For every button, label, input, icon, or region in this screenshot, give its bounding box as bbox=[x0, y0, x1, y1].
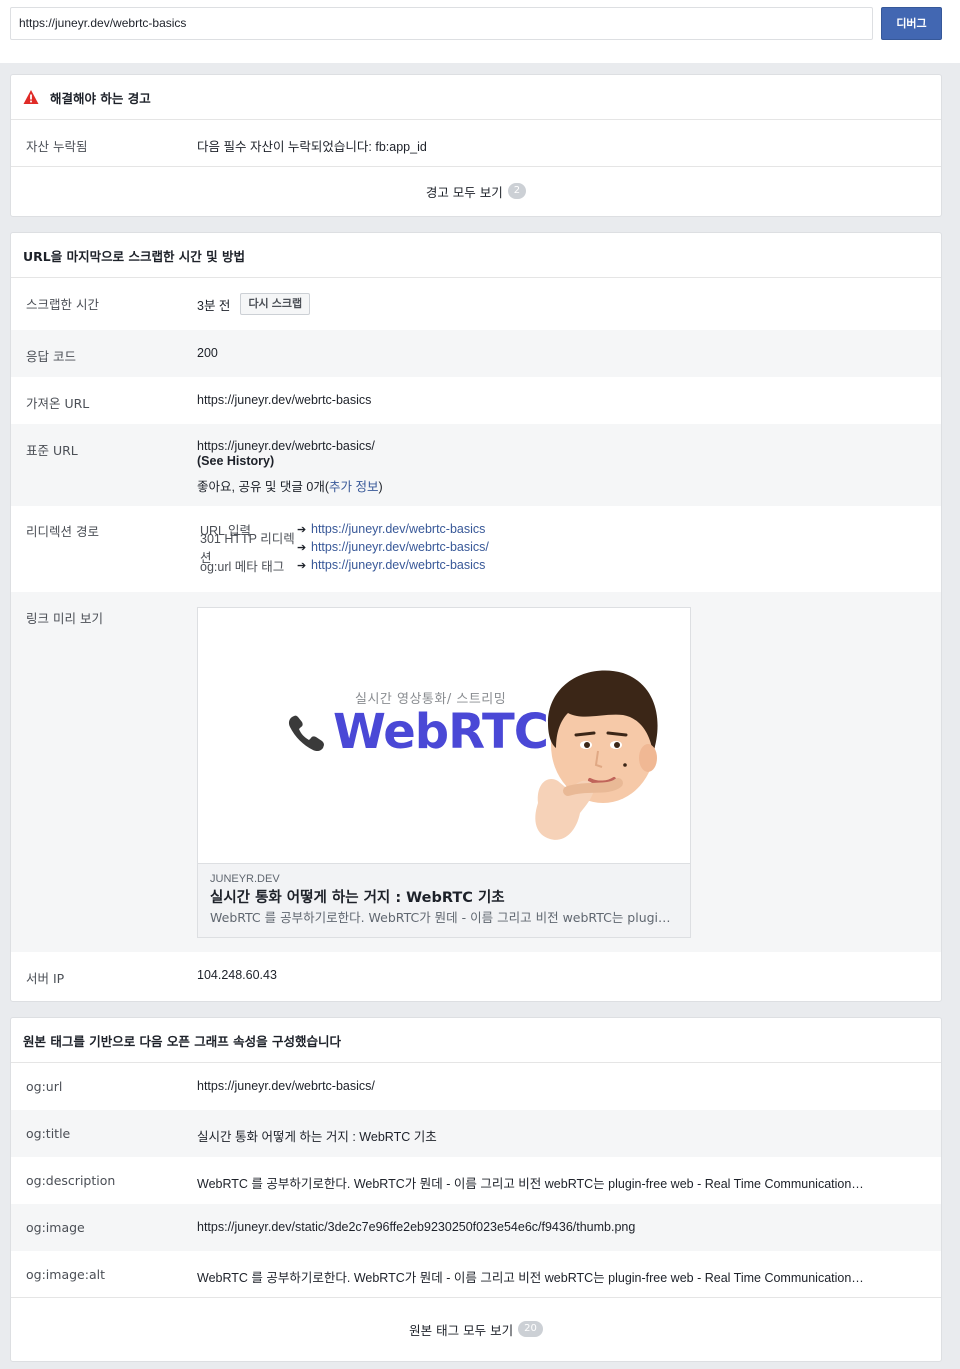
og-header: 원본 태그를 기반으로 다음 오픈 그래프 속성을 구성했습니다 bbox=[11, 1018, 941, 1063]
response-code-value: 200 bbox=[197, 346, 218, 360]
url-bar: https://juneyr.dev/webrtc-basics 디버그 bbox=[0, 0, 960, 63]
redirect-table: URL 입력 ➔ https://juneyr.dev/webrtc-basic… bbox=[200, 520, 489, 574]
see-history-link[interactable]: (See History) bbox=[197, 454, 274, 468]
warning-value: 다음 필수 자산이 누락되었습니다: fb:app_id bbox=[197, 140, 427, 154]
og-title: 원본 태그를 기반으로 다음 오픈 그래프 속성을 구성했습니다 bbox=[23, 1033, 341, 1049]
response-code-label: 응답 코드 bbox=[26, 349, 76, 364]
redirect-line: 301 HTTP 리디렉션 ➔ https://juneyr.dev/webrt… bbox=[200, 532, 489, 565]
warnings-header: 해결해야 하는 경고 bbox=[11, 75, 941, 120]
og-row: og:image https://juneyr.dev/static/3de2c… bbox=[11, 1204, 941, 1251]
engagement-text: 좋아요, 공유 및 댓글 0개(추가 정보) bbox=[197, 476, 383, 495]
og-property-label: og:description bbox=[26, 1173, 116, 1188]
arrow-right-icon: ➔ bbox=[297, 559, 307, 572]
scrape-title: URL을 마지막으로 스크랩한 시간 및 방법 bbox=[23, 248, 246, 264]
scrape-header: URL을 마지막으로 스크랩한 시간 및 방법 bbox=[11, 233, 941, 278]
redirect-step-url[interactable]: https://juneyr.dev/webrtc-basics bbox=[311, 522, 485, 536]
og-panel: 원본 태그를 기반으로 다음 오픈 그래프 속성을 구성했습니다 og:url … bbox=[10, 1017, 942, 1362]
server-ip-value: 104.248.60.43 bbox=[197, 968, 277, 982]
fetched-url-link[interactable]: https://juneyr.dev/webrtc-basics bbox=[197, 393, 371, 407]
og-row: og:url https://juneyr.dev/webrtc-basics/ bbox=[11, 1063, 941, 1110]
preview-image: 실시간 영상통화/ 스트리밍 WebRTC bbox=[198, 608, 690, 864]
tags-count-badge: 20 bbox=[518, 1321, 543, 1337]
og-property-value: 실시간 통화 어떻게 하는 거지 : WebRTC 기초 bbox=[197, 1130, 437, 1144]
url-input[interactable]: https://juneyr.dev/webrtc-basics bbox=[10, 7, 873, 40]
preview-meta: JUNEYR.DEV 실시간 통화 어떻게 하는 거지 : WebRTC 기초 … bbox=[198, 864, 690, 937]
link-preview-label: 링크 미리 보기 bbox=[26, 611, 103, 626]
warnings-count-badge: 2 bbox=[507, 183, 527, 199]
scraped-time-label: 스크랩한 시간 bbox=[26, 297, 99, 312]
warning-icon bbox=[23, 90, 39, 104]
og-row: og:image:alt WebRTC 를 공부하기로한다. WebRTC가 뭔… bbox=[11, 1251, 941, 1298]
arrow-right-icon: ➔ bbox=[297, 541, 307, 554]
see-all-warnings-label: 경고 모두 보기 bbox=[425, 184, 503, 200]
link-preview-row: 링크 미리 보기 실시간 영상통화/ 스트리밍 WebRTC JUNEYR.DE… bbox=[11, 592, 941, 952]
og-property-label: og:title bbox=[26, 1126, 71, 1141]
og-row: og:description WebRTC 를 공부하기로한다. WebRTC가… bbox=[11, 1157, 941, 1204]
warnings-panel: 해결해야 하는 경고 자산 누락됨 다음 필수 자산이 누락되었습니다: fb:… bbox=[10, 74, 942, 217]
engagement-prefix: 좋아요, 공유 및 댓글 0개( bbox=[197, 480, 329, 494]
og-property-label: og:image bbox=[26, 1220, 85, 1235]
scraped-time-value: 3분 전 bbox=[197, 298, 231, 313]
redirect-path-label: 리디렉션 경로 bbox=[26, 524, 99, 539]
see-all-tags-link[interactable]: 원본 태그 모두 보기 20 bbox=[11, 1298, 941, 1360]
preview-title: 실시간 통화 어떻게 하는 거지 : WebRTC 기초 bbox=[210, 890, 505, 906]
og-property-value: https://juneyr.dev/static/3de2c7e96ffe2e… bbox=[197, 1220, 636, 1234]
server-ip-row: 서버 IP 104.248.60.43 bbox=[11, 952, 941, 999]
fetched-url-label: 가져온 URL bbox=[26, 396, 90, 411]
redirect-step-label: og:url 메타 태그 bbox=[200, 559, 285, 574]
warning-label: 자산 누락됨 bbox=[26, 139, 88, 154]
og-property-value: WebRTC 를 공부하기로한다. WebRTC가 뭔데 - 이름 그리고 비전… bbox=[197, 1271, 864, 1285]
avatar bbox=[535, 670, 658, 840]
og-property-value: https://juneyr.dev/webrtc-basics/ bbox=[197, 1079, 375, 1093]
canonical-url-link[interactable]: https://juneyr.dev/webrtc-basics/ bbox=[197, 439, 375, 453]
debug-button[interactable]: 디버그 bbox=[881, 7, 942, 40]
canonical-url-row: 표준 URL https://juneyr.dev/webrtc-basics/… bbox=[11, 424, 941, 506]
og-property-value: WebRTC 를 공부하기로한다. WebRTC가 뭔데 - 이름 그리고 비전… bbox=[197, 1177, 864, 1191]
see-all-tags-label: 원본 태그 모두 보기 bbox=[409, 1322, 514, 1338]
engagement-suffix: ) bbox=[378, 480, 383, 494]
og-property-label: og:image:alt bbox=[26, 1267, 105, 1282]
og-property-label: og:url bbox=[26, 1079, 63, 1094]
warning-row: 자산 누락됨 다음 필수 자산이 누락되었습니다: fb:app_id bbox=[11, 120, 941, 167]
redirect-path-row: 리디렉션 경로 URL 입력 ➔ https://juneyr.dev/webr… bbox=[11, 506, 941, 592]
redirect-step-url[interactable]: https://juneyr.dev/webrtc-basics bbox=[311, 558, 485, 572]
phone-icon bbox=[288, 715, 324, 752]
link-preview-card[interactable]: 실시간 영상통화/ 스트리밍 WebRTC JUNEYR.DEV 실시간 통화 … bbox=[197, 607, 691, 938]
scraped-time-row: 스크랩한 시간 3분 전 다시 스크랩 bbox=[11, 278, 941, 330]
canonical-url-label: 표준 URL bbox=[26, 443, 78, 458]
see-all-warnings-link[interactable]: 경고 모두 보기 2 bbox=[11, 167, 941, 215]
more-info-link[interactable]: 추가 정보 bbox=[329, 480, 378, 494]
fetched-url-row: 가져온 URL https://juneyr.dev/webrtc-basics bbox=[11, 377, 941, 424]
scrape-panel: URL을 마지막으로 스크랩한 시간 및 방법 스크랩한 시간 3분 전 다시 … bbox=[10, 232, 942, 1002]
arrow-right-icon: ➔ bbox=[297, 523, 307, 536]
scraped-time-value-wrap: 3분 전 다시 스크랩 bbox=[197, 293, 311, 315]
response-code-row: 응답 코드 200 bbox=[11, 330, 941, 377]
warnings-title: 해결해야 하는 경고 bbox=[50, 90, 151, 106]
preview-image-title: WebRTC bbox=[333, 704, 549, 760]
redirect-step-url[interactable]: https://juneyr.dev/webrtc-basics/ bbox=[311, 540, 489, 554]
redirect-line: og:url 메타 태그 ➔ https://juneyr.dev/webrtc… bbox=[200, 556, 489, 574]
og-row: og:title 실시간 통화 어떻게 하는 거지 : WebRTC 기초 bbox=[11, 1110, 941, 1157]
preview-description: WebRTC 를 공부하기로한다. WebRTC가 뭔데 - 이름 그리고 비전… bbox=[210, 910, 678, 925]
preview-domain: JUNEYR.DEV bbox=[210, 873, 280, 885]
server-ip-label: 서버 IP bbox=[26, 971, 65, 986]
rescrape-button[interactable]: 다시 스크랩 bbox=[240, 293, 311, 315]
